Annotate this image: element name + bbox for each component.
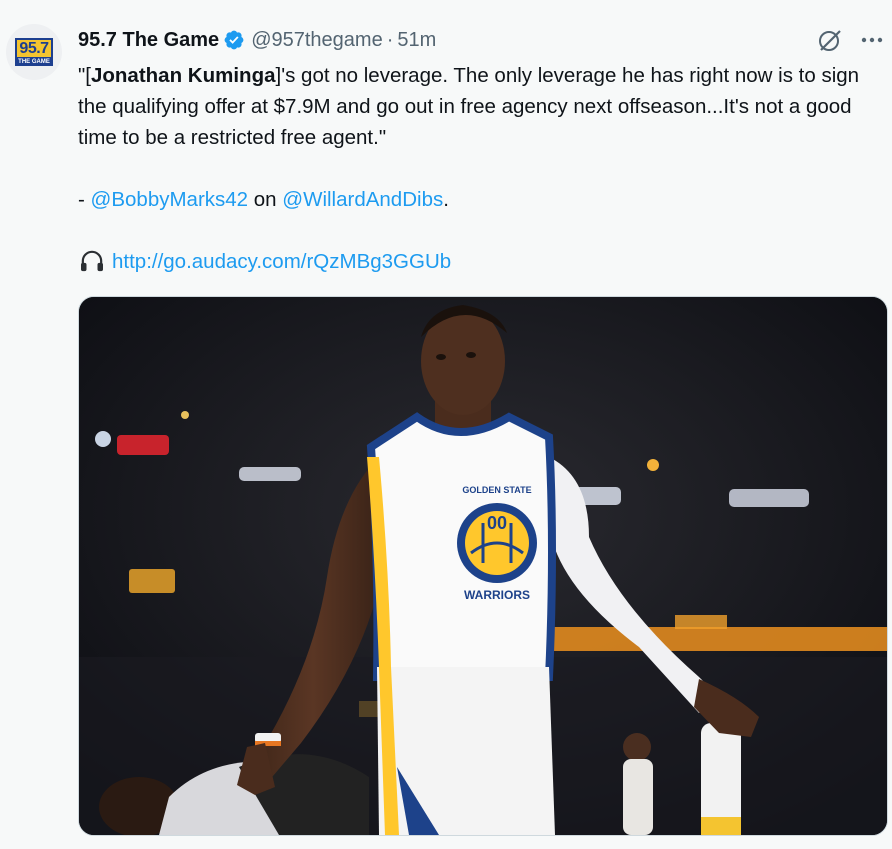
avatar[interactable]: 95.7 THE GAME bbox=[6, 24, 62, 80]
audacy-link[interactable]: http://go.audacy.com/rQzMBg3GGUb bbox=[112, 250, 451, 273]
url-line: http://go.audacy.com/rQzMBg3GGUb bbox=[78, 246, 888, 277]
headphones-icon bbox=[81, 250, 103, 272]
credit-line: - @BobbyMarks42 on @WillardAndDibs. bbox=[78, 184, 888, 215]
jersey-team-bottom: WARRIORS bbox=[464, 588, 530, 602]
credit-middle: on bbox=[248, 188, 283, 211]
player-name: Jonathan Kuminga bbox=[90, 64, 276, 87]
logo-number: 95.7 bbox=[15, 38, 53, 59]
arena-light bbox=[181, 411, 189, 419]
credit-suffix: . bbox=[443, 188, 449, 211]
tweet-card[interactable]: 95.7 THE GAME 95.7 The Game @957thegame … bbox=[0, 0, 892, 849]
jersey-number: 00 bbox=[487, 513, 507, 533]
timestamp[interactable]: 51m bbox=[397, 29, 436, 52]
more-icon[interactable] bbox=[858, 26, 886, 54]
logo-subtitle: THE GAME bbox=[15, 58, 53, 66]
arena-light bbox=[95, 431, 111, 447]
verified-badge-icon[interactable] bbox=[223, 29, 245, 51]
author-handle[interactable]: @957thegame bbox=[251, 29, 383, 52]
quote-paragraph: "[Jonathan Kuminga]'s got no leverage. T… bbox=[78, 60, 888, 153]
tweet-header: 95.7 The Game @957thegame · 51m bbox=[78, 26, 436, 54]
grok-icon[interactable] bbox=[816, 26, 844, 54]
tweet-photo[interactable]: 00 GOLDEN STATE WARRIORS bbox=[78, 296, 888, 836]
arena-light bbox=[117, 435, 169, 455]
mention-willardanddibs[interactable]: @WillardAndDibs bbox=[282, 188, 443, 211]
author-display-name[interactable]: 95.7 The Game bbox=[78, 29, 219, 52]
station-logo: 95.7 THE GAME bbox=[9, 37, 59, 67]
arena-light bbox=[129, 569, 175, 593]
quote-open: "[ bbox=[78, 64, 91, 87]
background-player bbox=[623, 733, 653, 835]
scoreboard-strip bbox=[549, 627, 887, 651]
mention-bobbymarks[interactable]: @BobbyMarks42 bbox=[91, 188, 249, 211]
arena-light bbox=[647, 459, 659, 471]
separator-dot: · bbox=[386, 28, 394, 51]
arena-light bbox=[675, 615, 727, 629]
arena-light bbox=[729, 489, 809, 507]
player-photo: 00 GOLDEN STATE WARRIORS bbox=[79, 297, 887, 835]
jersey-team-top: GOLDEN STATE bbox=[462, 485, 531, 495]
arena-light bbox=[239, 467, 301, 481]
credit-prefix: - bbox=[78, 188, 91, 211]
tweet-text: "[Jonathan Kuminga]'s got no leverage. T… bbox=[78, 60, 888, 277]
